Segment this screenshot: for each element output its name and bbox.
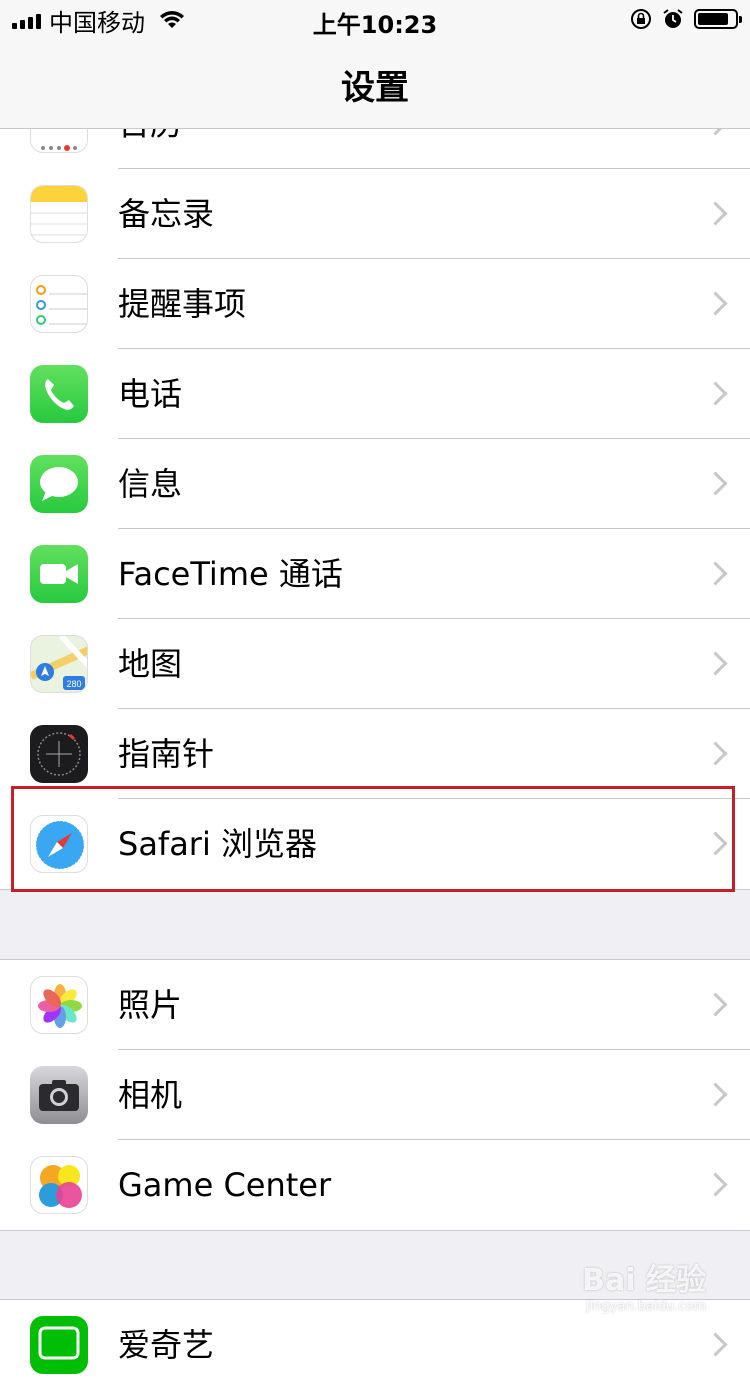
settings-row-messages[interactable]: 信息 xyxy=(0,439,750,529)
photos-icon xyxy=(30,976,88,1034)
row-label: FaceTime 通话 xyxy=(118,555,343,593)
row-label: 提醒事项 xyxy=(118,285,247,323)
camera-icon xyxy=(30,1066,88,1124)
alarm-icon xyxy=(663,9,683,28)
compass-icon xyxy=(30,725,88,783)
navigation-bar: 设置 xyxy=(0,40,750,129)
chevron-right-icon xyxy=(703,1332,728,1357)
facetime-icon xyxy=(30,545,88,603)
messages-icon xyxy=(30,455,88,513)
watermark-brand: Bai 经验 xyxy=(582,1263,706,1298)
chevron-right-icon xyxy=(703,1172,728,1197)
row-label: 爱奇艺 xyxy=(118,1326,215,1364)
chevron-right-icon xyxy=(703,201,728,226)
phone-icon xyxy=(30,365,88,423)
maps-badge-text: 280 xyxy=(66,679,81,689)
settings-row-camera[interactable]: 相机 xyxy=(0,1050,750,1140)
row-label: 地图 xyxy=(118,645,183,683)
iqiyi-icon xyxy=(30,1316,88,1374)
settings-row-notes[interactable]: 备忘录 xyxy=(0,169,750,259)
game-center-icon xyxy=(30,1156,88,1214)
baidu-jingyan-watermark: Bai 经验 jingyan.baidu.com xyxy=(582,1255,706,1314)
reminders-icon xyxy=(30,275,88,333)
status-bar: 中国移动 上午10:23 xyxy=(0,0,750,40)
highlight-box xyxy=(11,786,735,892)
notes-icon xyxy=(30,185,88,243)
settings-row-reminders[interactable]: 提醒事项 xyxy=(0,259,750,349)
chevron-right-icon xyxy=(703,291,728,316)
maps-icon: 280 xyxy=(30,635,88,693)
settings-row-maps[interactable]: 280 地图 xyxy=(0,619,750,709)
row-label: 电话 xyxy=(118,375,183,413)
settings-row-facetime[interactable]: FaceTime 通话 xyxy=(0,529,750,619)
chevron-right-icon xyxy=(703,471,728,496)
chevron-right-icon xyxy=(703,561,728,586)
settings-row-phone[interactable]: 电话 xyxy=(0,349,750,439)
row-label: 信息 xyxy=(118,465,183,503)
row-label: 备忘录 xyxy=(118,195,215,233)
chevron-right-icon xyxy=(703,741,728,766)
row-label: 相机 xyxy=(118,1076,183,1114)
battery-icon xyxy=(694,9,742,29)
chevron-right-icon xyxy=(703,1082,728,1107)
watermark-url: jingyan.baidu.com xyxy=(586,1299,706,1314)
rotation-lock-icon xyxy=(631,9,651,29)
chevron-right-icon xyxy=(703,651,728,676)
settings-row-photos[interactable]: 照片 xyxy=(0,960,750,1050)
chevron-right-icon xyxy=(703,992,728,1017)
settings-group-media: 照片 相机 Game Center xyxy=(0,959,750,1231)
row-label: 照片 xyxy=(118,986,183,1024)
settings-row-game-center[interactable]: Game Center xyxy=(0,1140,750,1230)
row-label: Game Center xyxy=(118,1166,332,1204)
chevron-right-icon xyxy=(703,381,728,406)
page-title: 设置 xyxy=(341,67,409,108)
settings-group-apps: 日历 备忘录 提醒事项 xyxy=(0,78,750,890)
